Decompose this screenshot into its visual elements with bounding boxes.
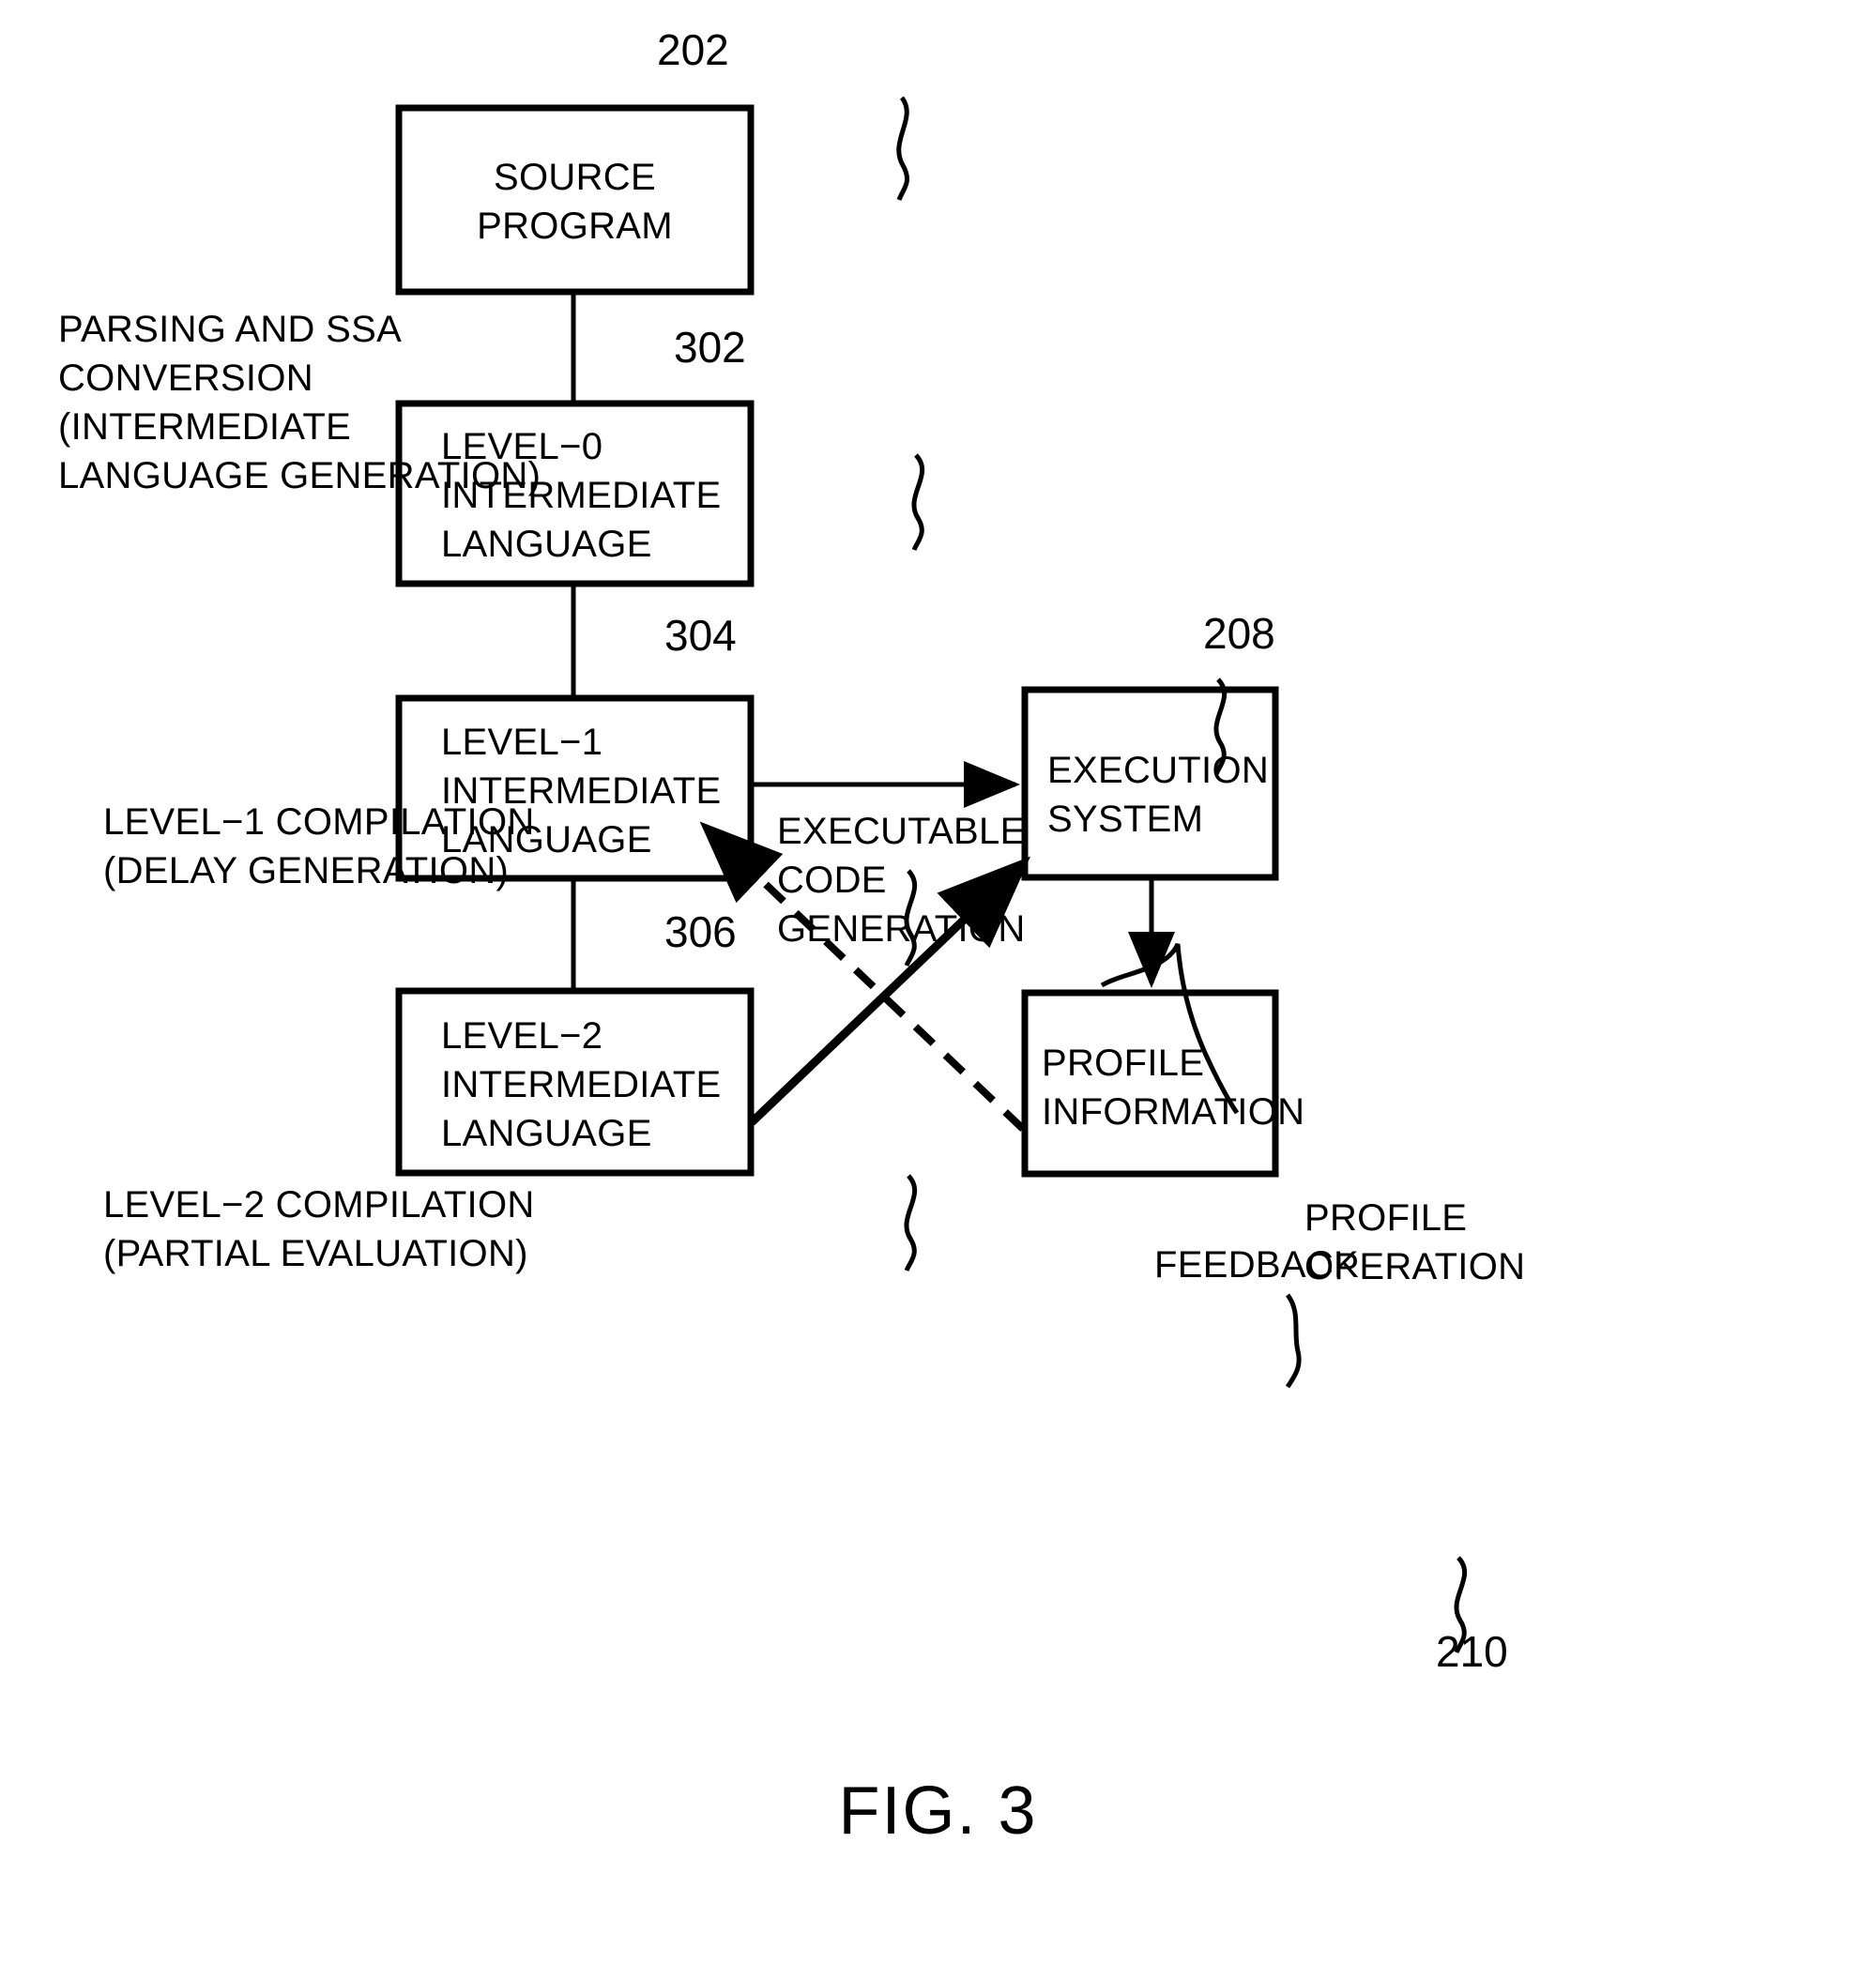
reference-numeral-304: 304 xyxy=(664,611,737,660)
figure-caption: FIG. 3 xyxy=(838,1773,1038,1849)
profile-information-label: PROFILE INFORMATION xyxy=(1042,1043,1305,1133)
reference-numeral-302: 302 xyxy=(674,323,746,372)
reference-numeral-202: 202 xyxy=(657,25,729,74)
level-2-compilation-label: LEVEL−2 COMPILATION (PARTIAL EVALUATION) xyxy=(103,1184,535,1274)
level-1-compilation-label: LEVEL−1 COMPILATION (DELAY GENERATION) xyxy=(103,801,535,891)
reference-numeral-208: 208 xyxy=(1203,609,1275,658)
source-program-label: SOURCE PROGRAM xyxy=(477,157,673,247)
figure-canvas xyxy=(395,96,1467,1654)
level-2-il-label: LEVEL−2 INTERMEDIATE LANGUAGE xyxy=(441,1015,722,1154)
reference-numeral-306: 306 xyxy=(664,907,737,956)
executable-code-generation-label: EXECUTABLE CODE GENERATION xyxy=(777,811,1026,950)
leader-squiggle-302 xyxy=(911,453,924,552)
reference-numeral-210: 210 xyxy=(1436,1627,1508,1676)
patent-figure-page: SOURCE PROGRAM LEVEL−0 INTERMEDIATE LANG… xyxy=(0,0,1876,1979)
leader-curve-feedback xyxy=(1285,1293,1302,1389)
leader-squiggle-306 xyxy=(904,1174,917,1272)
parsing-and-ssa-conversion-label: PARSING AND SSA CONVERSION (INTERMEDIATE… xyxy=(58,309,541,496)
leader-squiggle-202 xyxy=(896,96,909,201)
profile-operation-label: PROFILE OPERATION xyxy=(1304,1197,1526,1287)
